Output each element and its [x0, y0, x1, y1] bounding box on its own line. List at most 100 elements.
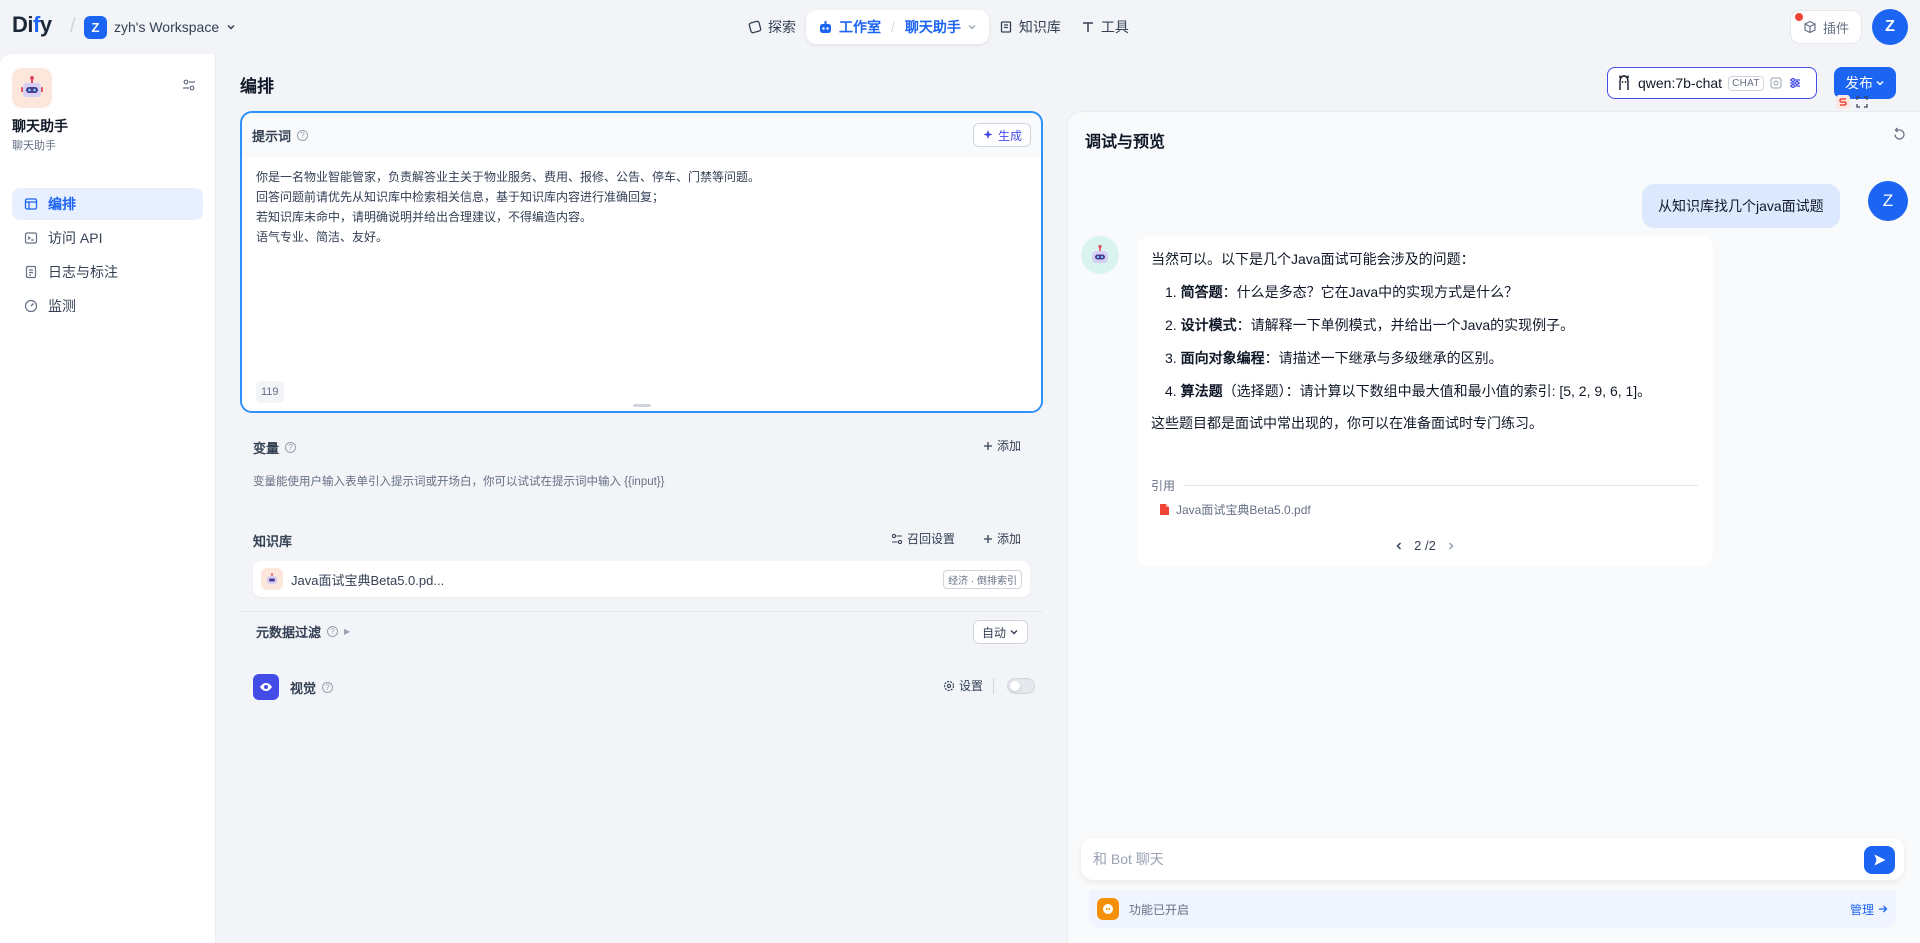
help-icon[interactable]: ?: [327, 626, 339, 637]
bot-message-closing: 这些题目都是面试中常出现的，你可以在准备面试时专门练习。: [1151, 415, 1543, 431]
resize-handle[interactable]: [633, 404, 651, 407]
citation-file-name: Java面试宝典Beta5.0.pdf: [1176, 503, 1311, 517]
sidebar-item-api[interactable]: 访问 API: [12, 222, 203, 254]
list-item: 4. 算法题（选择题）：请计算以下数组中最大值和最小值的索引: [5, 2, 9…: [1165, 381, 1699, 401]
layout-icon: [24, 197, 38, 211]
list-number: 4.: [1165, 383, 1177, 399]
citation-file[interactable]: Java面试宝典Beta5.0.pdf: [1159, 501, 1311, 518]
prompt-textarea[interactable]: 你是一名物业智能管家，负责解答业主关于物业服务、费用、报修、公告、停车、门禁等问…: [242, 157, 1041, 411]
nav-current-app-label[interactable]: 聊天助手: [905, 17, 961, 37]
add-label: 添加: [996, 439, 1021, 453]
nav-studio[interactable]: 工作室 / 聊天助手: [806, 10, 989, 44]
help-icon[interactable]: ?: [322, 682, 334, 693]
vision-toggle[interactable]: [1007, 678, 1035, 694]
model-selector[interactable]: qwen:7b-chat CHAT: [1607, 67, 1817, 99]
user-avatar[interactable]: Z: [1872, 9, 1908, 45]
manage-label: 管理: [1849, 902, 1874, 917]
vision-title: 视觉 ?: [290, 678, 334, 697]
refresh-icon[interactable]: [1892, 127, 1907, 142]
extension-s-icon[interactable]: [1836, 95, 1850, 109]
generate-prompt-button[interactable]: 生成: [972, 123, 1031, 147]
robot-icon: [21, 76, 43, 97]
knowledge-title: 知识库: [253, 534, 293, 549]
knowledge-panel: 知识库 召回设置 添加 Java面试宝典Beta5.0.pd... 经济 · 倒…: [240, 516, 1043, 651]
metadata-mode-value: 自动: [981, 625, 1006, 640]
prompt-header: 提示词 ?: [242, 113, 1041, 157]
debug-title: 调试与预览: [1085, 134, 1166, 151]
question-title: 设计模式: [1180, 317, 1237, 333]
chat-input[interactable]: [1093, 851, 1892, 867]
sidebar-collapse-icon[interactable]: [182, 78, 196, 92]
knowledge-item[interactable]: Java面试宝典Beta5.0.pd... 经济 · 倒排索引: [253, 561, 1030, 597]
manage-features-button[interactable]: 管理: [1850, 901, 1888, 918]
chevron-right-icon[interactable]: [1446, 541, 1456, 551]
robot-icon: [818, 20, 833, 35]
sidebar-item-label: 访问 API: [48, 230, 103, 246]
metadata-filter-toggle[interactable]: 元数据过滤 ? ▶: [256, 622, 350, 641]
arrow-right-icon: [1878, 904, 1888, 914]
plugins-button[interactable]: 插件: [1790, 10, 1863, 44]
workspace-avatar: Z: [84, 15, 107, 39]
add-variable-button[interactable]: 添加: [983, 437, 1021, 454]
page-title: 编排: [240, 77, 274, 96]
app-sidebar: 聊天助手 聊天助手 编排 访问 API 日志与标注 监测: [0, 54, 216, 943]
logo-text-prefix: Di: [12, 12, 34, 37]
plus-icon: [983, 534, 993, 544]
list-number: 2.: [1165, 317, 1177, 333]
add-knowledge-button[interactable]: 添加: [983, 530, 1021, 547]
app-avatar: [12, 68, 52, 108]
chevron-down-icon: [967, 22, 977, 32]
generate-label: 生成: [997, 128, 1022, 143]
metadata-mode-select[interactable]: 自动: [972, 620, 1028, 644]
nav-tools[interactable]: 工具: [1071, 10, 1139, 44]
prompt-line: 回答问题前请优先从知识库中检索相关信息，基于知识库内容进行准确回复；: [256, 190, 665, 204]
workspace-name: zyh's Workspace: [114, 19, 220, 35]
question-text: ：什么是多态？它在Java中的实现方式是什么？: [1222, 284, 1519, 300]
knowledge-item-name: Java面试宝典Beta5.0.pd...: [291, 572, 445, 588]
bot-avatar: [1081, 236, 1119, 274]
question-title: 面向对象编程: [1180, 350, 1265, 366]
sidebar-item-logs[interactable]: 日志与标注: [12, 256, 203, 288]
variables-title-label: 变量: [253, 441, 280, 456]
workspace-selector[interactable]: Z zyh's Workspace: [84, 15, 236, 39]
sidebar-item-monitoring[interactable]: 监测: [12, 290, 203, 322]
quote-icon: [1097, 898, 1119, 920]
bot-message: 当然可以。以下是几个Java面试可能会涉及的问题： 1. 简答题：什么是多态？它…: [1137, 236, 1713, 566]
nav-explore[interactable]: 探索: [738, 10, 806, 44]
features-bar: 功能已开启 管理: [1089, 890, 1896, 928]
send-button[interactable]: [1864, 846, 1895, 874]
vision-settings-button[interactable]: 设置: [943, 677, 983, 694]
sidebar-item-orchestrate[interactable]: 编排: [12, 188, 203, 220]
list-item: 3. 面向对象编程：请描述一下继承与多级继承的区别。: [1165, 348, 1699, 368]
question-text: ：请描述一下继承与多级继承的区别。: [1264, 350, 1503, 366]
eye-icon: [253, 674, 279, 700]
nav-knowledge-label: 知识库: [1018, 19, 1061, 35]
knowledge-index-badge: 经济 · 倒排索引: [943, 569, 1022, 589]
cube-icon: [1803, 20, 1817, 34]
dify-logo[interactable]: Dify: [12, 12, 52, 38]
citation-label: 引用: [1151, 479, 1176, 493]
help-icon[interactable]: ?: [285, 442, 297, 453]
nav-knowledge[interactable]: 知识库: [989, 10, 1071, 44]
model-params-icon[interactable]: [1788, 76, 1802, 90]
recall-settings-button[interactable]: 召回设置: [891, 530, 955, 547]
chevron-down-icon: [1875, 78, 1885, 88]
chevron-down-icon: [226, 22, 236, 32]
question-title: 算法题: [1180, 383, 1223, 399]
answer-pager: 2 /2: [1137, 538, 1713, 553]
divider: [1183, 485, 1698, 486]
fullscreen-icon[interactable]: [1856, 96, 1868, 108]
nav-explore-label: 探索: [768, 19, 796, 35]
question-text: ：请计算以下数组中最大值和最小值的索引: [5, 2, 9, 6, 1]。: [1285, 383, 1652, 399]
robot-icon: [1092, 244, 1108, 263]
help-icon[interactable]: ?: [297, 129, 309, 141]
llama-icon: [1616, 74, 1632, 92]
chevron-down-icon: [1009, 627, 1019, 637]
question-note: （选择题）: [1222, 383, 1286, 399]
notification-dot: [1795, 13, 1803, 21]
robot-icon: [261, 568, 283, 590]
logo-text-suffix: y: [39, 12, 52, 37]
chevron-left-icon[interactable]: [1394, 541, 1404, 551]
sidebar-item-label: 监测: [48, 298, 76, 314]
nav-separator: /: [891, 19, 895, 35]
